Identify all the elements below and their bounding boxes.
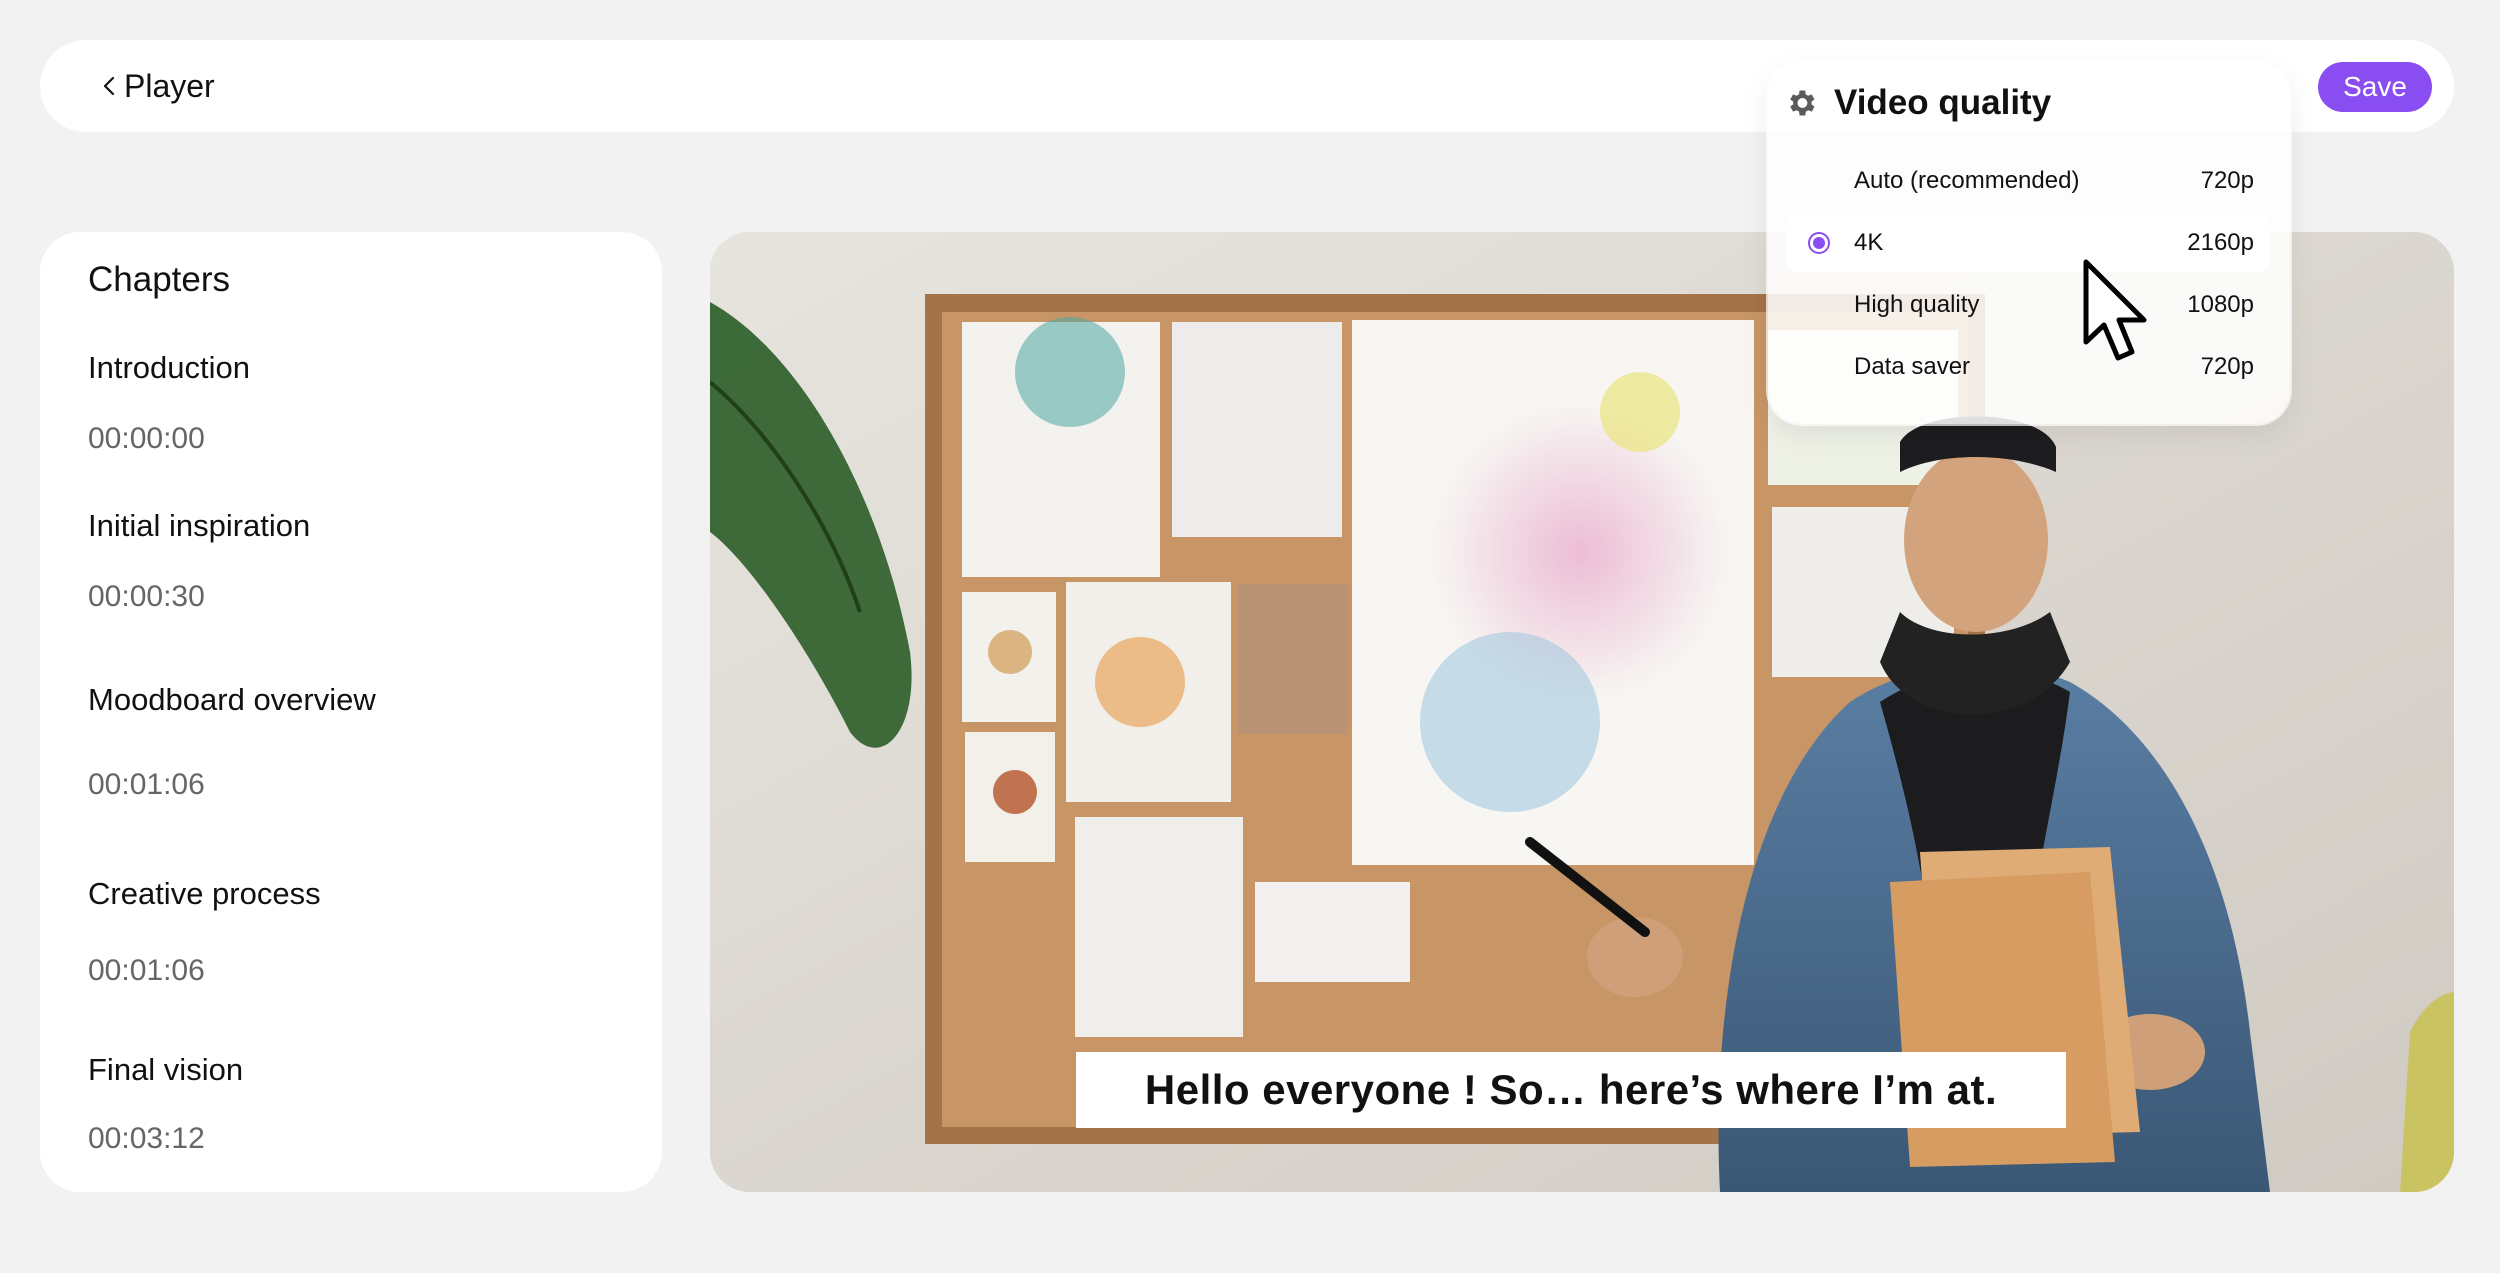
quality-option-high[interactable]: High quality 1080p — [1786, 276, 2270, 334]
quality-option-auto[interactable]: Auto (recommended) 720p — [1786, 152, 2270, 210]
quality-option-label: High quality — [1854, 291, 1980, 318]
chapter-time: 00:00:00 — [88, 422, 205, 455]
quality-option-resolution: 720p — [2200, 353, 2254, 380]
chapter-time: 00:03:12 — [88, 1122, 205, 1155]
quality-option-label: 4K — [1854, 229, 1884, 256]
chapter-time: 00:00:30 — [88, 580, 205, 613]
chapters-title: Chapters — [88, 260, 231, 299]
selected-radio-icon — [1808, 232, 1830, 254]
player-app: Player Save Chapters Introduction 00:00:… — [0, 0, 2500, 1273]
chevron-left-icon — [103, 76, 115, 96]
gear-icon — [1790, 90, 1815, 116]
chapter-name: Creative process — [88, 876, 321, 911]
chapter-item[interactable]: Moodboard overview 00:01:06 — [88, 682, 376, 801]
quality-option-4k[interactable]: 4K 2160p — [1786, 214, 2270, 272]
quality-option-label: Auto (recommended) — [1854, 167, 2080, 194]
chapter-item[interactable]: Final vision 00:03:12 — [88, 1052, 244, 1155]
quality-option-label: Data saver — [1854, 353, 1971, 380]
quality-option-data-saver[interactable]: Data saver 720p — [1786, 338, 2270, 396]
chapter-name: Introduction — [88, 350, 250, 385]
chapter-name: Final vision — [88, 1052, 244, 1087]
quality-option-resolution: 720p — [2200, 167, 2254, 194]
chapter-item[interactable]: Initial inspiration 00:00:30 — [88, 508, 311, 613]
chapter-name: Moodboard overview — [88, 682, 376, 717]
quality-option-resolution: 1080p — [2187, 291, 2254, 318]
video-quality-menu: Video quality Auto (recommended) 720p 4K… — [1768, 62, 2290, 424]
chapters-panel: Chapters Introduction 00:00:00 Initial i… — [40, 232, 662, 1192]
page-title: Player — [124, 68, 215, 104]
save-button[interactable]: Save — [2318, 62, 2432, 112]
video-caption: Hello everyone ! So… here’s where I’m at… — [1076, 1052, 2066, 1128]
quality-option-resolution: 2160p — [2187, 229, 2254, 256]
quality-header: Video quality — [1784, 78, 2051, 128]
chapter-time: 00:01:06 — [88, 954, 205, 987]
chapter-item[interactable]: Introduction 00:00:00 — [88, 350, 250, 455]
quality-title: Video quality — [1834, 83, 2052, 122]
chapter-item[interactable]: Creative process 00:01:06 — [88, 876, 321, 987]
chapter-time: 00:01:06 — [88, 768, 205, 801]
chapter-name: Initial inspiration — [88, 508, 311, 543]
mouse-pointer-icon — [2083, 259, 2147, 361]
